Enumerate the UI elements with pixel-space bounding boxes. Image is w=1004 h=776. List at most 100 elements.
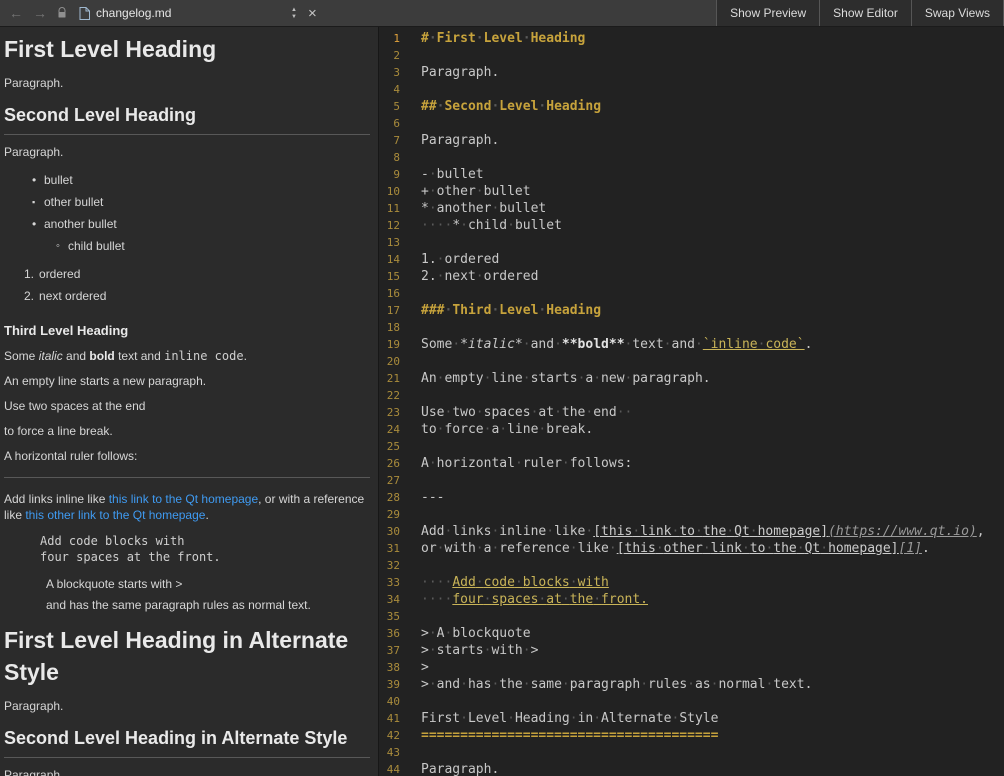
editor-line: 42====================================== (379, 727, 1004, 744)
editor-line: 2 (379, 47, 1004, 64)
whitespace-dots: · (507, 218, 515, 233)
whitespace-dots: ···· (421, 218, 452, 233)
line-number: 1 (379, 30, 413, 47)
preview-paragraph: Some italic and bold text and inline cod… (4, 348, 370, 364)
line-number: 10 (379, 183, 413, 200)
whitespace-dots: · (593, 592, 601, 607)
whitespace-dots: · (593, 711, 601, 726)
editor-token-t: . (805, 337, 813, 352)
whitespace-dots: ·· (617, 405, 633, 420)
whitespace-dots: · (444, 303, 452, 318)
whitespace-dots: · (444, 524, 452, 539)
show-editor-button[interactable]: Show Editor (819, 0, 911, 26)
whitespace-dots: · (546, 524, 554, 539)
whitespace-dots: · (695, 524, 703, 539)
editor-token-strong: **bold** (562, 337, 625, 352)
whitespace-dots: · (562, 677, 570, 692)
editor-token-t: -·bullet (421, 167, 484, 182)
line-number: 42 (379, 727, 413, 744)
line-number: 32 (379, 557, 413, 574)
preview-paragraph: Paragraph. (4, 767, 370, 776)
line-number: 4 (379, 81, 413, 98)
editor-line: 37>·starts·with·> (379, 642, 1004, 659)
lock-icon (57, 7, 67, 19)
editor-line: 25 (379, 438, 1004, 455)
forward-button[interactable]: → (33, 0, 47, 27)
whitespace-dots: · (429, 677, 437, 692)
editor-line-text: ····four·spaces·at·the·front. (413, 591, 648, 608)
editor-line: 16 (379, 285, 1004, 302)
disc-bullet-icon: • (32, 213, 44, 235)
preview-list-item: •another bullet (4, 213, 370, 235)
line-number: 2 (379, 47, 413, 64)
preview-heading2: Second Level Heading in Alternate Style (4, 728, 370, 758)
editor-line-text: First·Level·Heading·in·Alternate·Style (413, 710, 718, 727)
editor-line: 43 (379, 744, 1004, 761)
line-number: 38 (379, 659, 413, 676)
whitespace-dots: · (437, 99, 445, 114)
whitespace-dots: · (570, 711, 578, 726)
editor-window: ← → changelog.md ▲ ▼ × (0, 0, 1004, 776)
swap-views-button[interactable]: Swap Views (911, 0, 1004, 26)
whitespace-dots: · (523, 31, 531, 46)
line-number: 7 (379, 132, 413, 149)
whitespace-dots: · (429, 201, 437, 216)
editor-token-t: Some· (421, 337, 460, 352)
qt-homepage-link[interactable]: this other link to the Qt homepage (25, 508, 205, 522)
qt-homepage-link[interactable]: this link to the Qt homepage (109, 492, 258, 506)
line-number: 41 (379, 710, 413, 727)
editor-line-text: #·First·Level·Heading (413, 30, 585, 47)
editor-token-t: --- (421, 490, 444, 505)
whitespace-dots: · (437, 371, 445, 386)
editor-token-t: >·A·blockquote (421, 626, 531, 641)
whitespace-dots: · (452, 337, 460, 352)
editor-line: 6 (379, 115, 1004, 132)
editor-token-h: ##·Second·Level·Heading (421, 99, 601, 114)
line-number: 39 (379, 676, 413, 693)
whitespace-dots: · (484, 643, 492, 658)
blockquote-paragraph: and has the same paragraph rules as norm… (46, 597, 370, 613)
whitespace-dots: · (491, 524, 499, 539)
line-number: 37 (379, 642, 413, 659)
whitespace-dots: · (491, 541, 499, 556)
markdown-editor-pane[interactable]: 1#·First·Level·Heading2 3Paragraph.4 5##… (379, 27, 1004, 776)
editor-line-text (413, 693, 429, 710)
whitespace-dots: · (703, 541, 711, 556)
editor-token-h: #·First·Level·Heading (421, 31, 585, 46)
whitespace-dots: · (484, 422, 492, 437)
list-item-text: bullet (44, 169, 73, 191)
editor-line: 12····*·child·bullet (379, 217, 1004, 234)
editor-token-t: An·empty·line·starts·a·new·paragraph. (421, 371, 711, 386)
whitespace-dots: · (437, 269, 445, 284)
whitespace-dots: · (444, 626, 452, 641)
whitespace-dots: · (437, 422, 445, 437)
editor-token-t: Paragraph. (421, 133, 499, 148)
whitespace-dots: · (515, 456, 523, 471)
whitespace-dots: · (476, 575, 484, 590)
show-preview-button[interactable]: Show Preview (716, 0, 819, 26)
whitespace-dots: · (523, 643, 531, 658)
chevron-up-icon: ▲ (291, 7, 297, 13)
markdown-preview-pane[interactable]: First Level HeadingParagraph.Second Leve… (0, 27, 379, 776)
back-button[interactable]: ← (9, 0, 23, 27)
list-item-number: 1. (24, 263, 34, 285)
line-number: 40 (379, 693, 413, 710)
editor-token-t: , (977, 524, 985, 539)
preview-heading2: Second Level Heading (4, 105, 370, 135)
dropdown-arrows-icon[interactable]: ▲ ▼ (291, 7, 297, 20)
whitespace-dots: · (531, 405, 539, 420)
editor-line: 23Use·two·spaces·at·the·end·· (379, 404, 1004, 421)
editor-line-text: > (413, 659, 429, 676)
line-number: 18 (379, 319, 413, 336)
document-icon (79, 7, 90, 20)
open-document-dropdown[interactable]: changelog.md ▲ ▼ (79, 6, 297, 20)
list-item-text: ordered (39, 263, 80, 285)
editor-line-text: ====================================== (413, 727, 718, 744)
close-document-button[interactable]: × (308, 0, 317, 27)
line-number: 24 (379, 421, 413, 438)
editor-line-text: 2.·next·ordered (413, 268, 538, 285)
whitespace-dots: · (593, 371, 601, 386)
editor-line-text (413, 234, 429, 251)
editor-line: 27 (379, 472, 1004, 489)
editor-line-text: +·other·bullet (413, 183, 531, 200)
